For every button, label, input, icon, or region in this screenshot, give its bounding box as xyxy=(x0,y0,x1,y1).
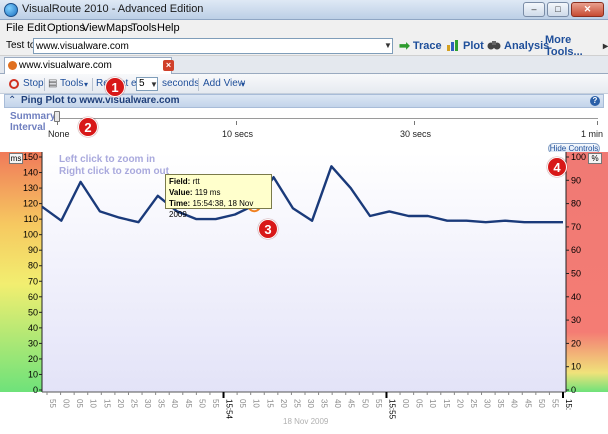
plot-area[interactable] xyxy=(42,152,566,392)
y2-axis-tick-label: 30 xyxy=(571,315,581,325)
x-axis-tick-label: 05 xyxy=(238,399,247,408)
zoom-out-hint: Right click to zoom out xyxy=(59,166,169,177)
y2-axis-tick-label: 0 xyxy=(571,385,576,395)
x-axis-tick-label: 10 xyxy=(252,399,261,408)
x-axis-tick-label: 35 xyxy=(496,399,505,408)
x-axis-tick-label: 35 xyxy=(320,399,329,408)
x-axis-tick-label: 25 xyxy=(469,399,478,408)
y2-axis-tick-label: 60 xyxy=(571,245,581,255)
tooltip-time-label: Time: xyxy=(169,199,191,208)
x-axis-tick-label: 15:55 xyxy=(387,399,396,420)
tooltip-field-value: rtt xyxy=(192,177,200,186)
y-axis-tick-label: 40 xyxy=(28,323,38,333)
x-axis-tick-label: 05 xyxy=(415,399,424,408)
y2-axis-tick-label: 20 xyxy=(571,338,581,348)
x-axis-tick-label: 15:54 xyxy=(225,399,234,420)
y2-axis-tick-label: 100 xyxy=(571,152,586,162)
x-axis-tick-label: 20 xyxy=(116,399,125,408)
x-axis-tick-label: 15 xyxy=(102,399,111,408)
x-axis-tick-label: 15 xyxy=(442,399,451,408)
y2-axis-tick-label: 40 xyxy=(571,292,581,302)
y2-axis-tick-label: 70 xyxy=(571,222,581,232)
y-axis-tick-label: 30 xyxy=(28,338,38,348)
chart-date-label: 18 Nov 2009 xyxy=(283,417,329,426)
badge-4: 4 xyxy=(547,157,567,177)
y-axis-tick-label: 80 xyxy=(28,261,38,271)
y-axis-tick-label: 70 xyxy=(28,276,38,286)
badge-1: 1 xyxy=(105,77,125,97)
y-axis-tick-label: 100 xyxy=(23,230,38,240)
x-axis-tick-label: 10 xyxy=(89,399,98,408)
y-axis-tick-label: 0 xyxy=(33,385,38,395)
badge-3: 3 xyxy=(258,219,278,239)
x-axis-tick-label: 50 xyxy=(197,399,206,408)
badge-2: 2 xyxy=(78,117,98,137)
y-axis-tick-label: 60 xyxy=(28,292,38,302)
x-axis-tick-label: 20 xyxy=(279,399,288,408)
y-axis-tick-label: 50 xyxy=(28,307,38,317)
y2-axis-tick-label: 50 xyxy=(571,269,581,279)
zoom-in-hint: Left click to zoom in xyxy=(59,154,156,165)
x-axis-tick-label: 05 xyxy=(75,399,84,408)
x-axis-tick-label: 15 xyxy=(265,399,274,408)
x-axis-tick-label: 30 xyxy=(483,399,492,408)
x-axis-tick-label: 45 xyxy=(347,399,356,408)
tooltip-field-label: Field: xyxy=(169,177,191,186)
right-unit-label: % xyxy=(588,153,602,164)
x-axis-tick-label: 50 xyxy=(360,399,369,408)
y-axis-tick-label: 140 xyxy=(23,168,38,178)
x-axis-tick-label: 50 xyxy=(537,399,546,408)
x-axis-tick-label: 40 xyxy=(170,399,179,408)
x-axis-tick-label: 25 xyxy=(292,399,301,408)
x-axis-tick-label: 10 xyxy=(428,399,437,408)
y-axis-tick-label: 130 xyxy=(23,183,38,193)
x-axis-tick-label: 15: xyxy=(564,399,573,410)
y-axis-tick-label: 150 xyxy=(23,152,38,162)
x-axis-tick-label: 55 xyxy=(48,399,57,408)
x-axis-tick-label: 40 xyxy=(510,399,519,408)
x-axis-tick-label: 00 xyxy=(62,399,71,408)
y-axis-tick-label: 20 xyxy=(28,354,38,364)
x-axis-tick-label: 20 xyxy=(455,399,464,408)
y2-axis-tick-label: 80 xyxy=(571,199,581,209)
y2-axis-tick-label: 90 xyxy=(571,175,581,185)
x-axis-tick-label: 25 xyxy=(129,399,138,408)
x-axis-tick-label: 55 xyxy=(374,399,383,408)
y-axis-tick-label: 110 xyxy=(24,214,38,224)
x-axis-tick-label: 30 xyxy=(143,399,152,408)
tooltip-value: 119 ms xyxy=(194,188,221,197)
x-axis-tick-label: 00 xyxy=(401,399,410,408)
x-axis-tick-label: 45 xyxy=(523,399,532,408)
data-tooltip: Field: rtt Value: 119 ms Time: 15:54:38,… xyxy=(165,174,272,219)
x-axis-tick-label: 45 xyxy=(184,399,193,408)
y-axis-tick-label: 90 xyxy=(28,245,38,255)
x-axis-tick-label: 55 xyxy=(211,399,220,408)
y2-axis-tick-label: 10 xyxy=(571,362,581,372)
tooltip-value-label: Value: xyxy=(169,188,193,197)
y-axis-tick-label: 120 xyxy=(23,199,38,209)
x-axis-tick-label: 30 xyxy=(306,399,315,408)
left-unit-label: ms xyxy=(9,153,23,164)
x-axis-tick-label: 40 xyxy=(333,399,342,408)
y-axis-tick-label: 10 xyxy=(28,369,38,379)
x-axis-tick-label: 55 xyxy=(550,399,559,408)
ping-plot-chart[interactable]: 0102030405060708090100110120130140150 01… xyxy=(0,0,608,434)
x-axis-tick-label: 35 xyxy=(157,399,166,408)
